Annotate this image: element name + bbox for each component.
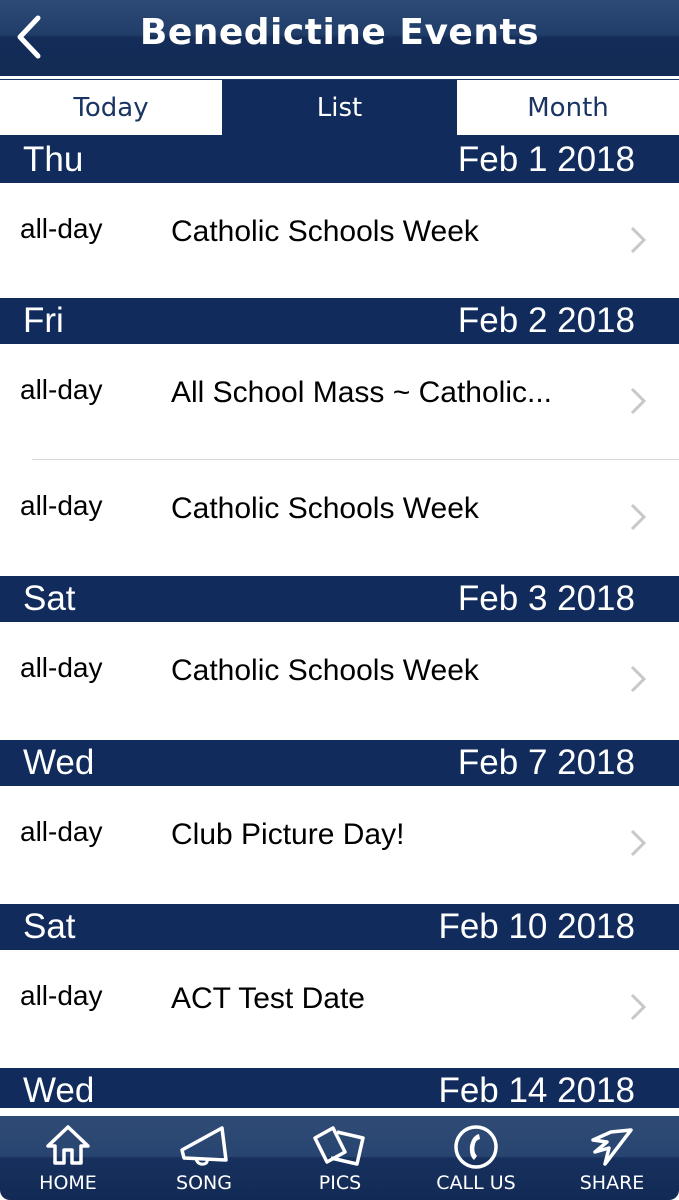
tabbar-pics[interactable]: PICS: [272, 1116, 408, 1200]
event-row[interactable]: all-day Club Picture Day!: [0, 786, 679, 904]
event-time: all-day: [20, 816, 103, 847]
chevron-right-icon: [630, 226, 647, 254]
tabbar-label: HOME: [39, 1172, 97, 1194]
event-title: All School Mass ~ Catholic...: [171, 376, 552, 409]
section-date: Feb 7 2018: [457, 743, 635, 782]
event-time: all-day: [20, 213, 103, 244]
section-day: Sat: [23, 579, 76, 618]
section-header: Sat Feb 3 2018: [0, 576, 679, 622]
home-icon: [46, 1125, 90, 1165]
section-day: Sat: [23, 907, 76, 946]
chevron-right-icon: [630, 993, 647, 1021]
section-date: Feb 10 2018: [438, 907, 635, 946]
event-row[interactable]: all-day ACT Test Date: [0, 950, 679, 1068]
chevron-right-icon: [630, 387, 647, 415]
event-time: all-day: [20, 980, 103, 1011]
section-header: Thu Feb 1 2018: [0, 137, 679, 183]
event-time: all-day: [20, 374, 103, 405]
event-title: Catholic Schools Week: [171, 215, 479, 248]
megaphone-icon: [180, 1126, 228, 1166]
tabbar-song[interactable]: SONG: [136, 1116, 272, 1200]
event-title: Club Picture Day!: [171, 818, 405, 851]
section-header: Fri Feb 2 2018: [0, 298, 679, 344]
event-row[interactable]: all-day Catholic Schools Week: [0, 622, 679, 740]
event-title: Catholic Schools Week: [171, 654, 479, 687]
section-header: Sat Feb 10 2018: [0, 904, 679, 950]
event-title: ACT Test Date: [171, 982, 365, 1015]
tab-today[interactable]: Today: [0, 80, 222, 135]
event-title: Catholic Schools Week: [171, 492, 479, 525]
bottom-tab-bar: HOME SONG PICS CALL US SHARE: [0, 1113, 679, 1200]
tabbar-label: SONG: [176, 1172, 232, 1194]
phone-icon: [454, 1125, 498, 1169]
photos-icon: [313, 1126, 365, 1166]
chevron-right-icon: [630, 829, 647, 857]
tabbar-call-us[interactable]: CALL US: [408, 1116, 544, 1200]
nav-header: Benedictine Events: [0, 0, 679, 76]
page-title: Benedictine Events: [139, 12, 540, 53]
section-date: Feb 2 2018: [457, 301, 635, 340]
section-day: Wed: [23, 743, 95, 782]
event-list: Thu Feb 1 2018 all-day Catholic Schools …: [0, 137, 679, 1114]
tab-list[interactable]: List: [222, 80, 457, 135]
tabbar-label: PICS: [318, 1172, 362, 1194]
tabbar-share[interactable]: SHARE: [544, 1116, 679, 1200]
tabbar-label: SHARE: [579, 1172, 645, 1194]
event-time: all-day: [20, 490, 103, 521]
tabbar-home[interactable]: HOME: [0, 1116, 136, 1200]
section-date: Feb 3 2018: [457, 579, 635, 618]
tab-month[interactable]: Month: [457, 80, 679, 135]
event-row[interactable]: all-day Catholic Schools Week: [0, 460, 679, 576]
section-header: Wed Feb 7 2018: [0, 740, 679, 786]
chevron-right-icon: [630, 503, 647, 531]
section-date: Feb 14 2018: [438, 1071, 635, 1110]
section-date: Feb 1 2018: [457, 140, 635, 179]
section-day: Wed: [23, 1071, 95, 1110]
event-time: all-day: [20, 652, 103, 683]
share-arrow-icon: [591, 1128, 633, 1166]
tabbar-label: CALL US: [436, 1172, 516, 1194]
event-row[interactable]: all-day Catholic Schools Week: [0, 183, 679, 298]
section-day: Fri: [23, 301, 64, 340]
segmented-control: Today List Month: [0, 80, 679, 137]
event-row[interactable]: all-day All School Mass ~ Catholic...: [0, 344, 679, 459]
chevron-right-icon: [630, 665, 647, 693]
section-day: Thu: [23, 140, 84, 179]
